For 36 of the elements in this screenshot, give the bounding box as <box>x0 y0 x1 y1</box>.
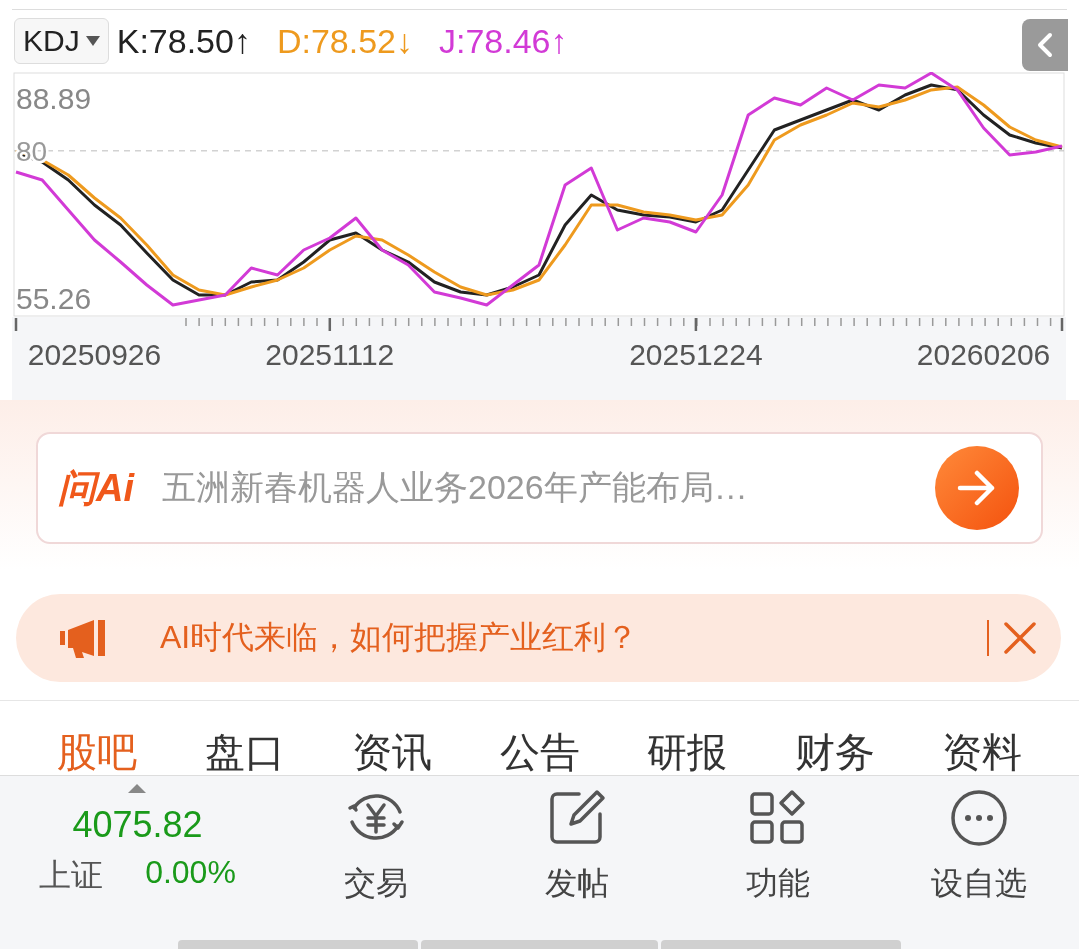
caret-icon <box>85 36 100 46</box>
close-icon <box>1003 621 1037 655</box>
chevron-left-icon <box>1037 32 1053 58</box>
index-value: 4075.82 <box>72 804 203 846</box>
arrow-right-icon <box>957 470 997 506</box>
y-axis-label: 88.89 <box>16 82 92 115</box>
indicator-reading: D:78.52↓ <box>276 21 413 61</box>
close-button[interactable] <box>1003 621 1037 655</box>
more-icon <box>948 788 1009 848</box>
banner-text: AI时代来临，如何把握产业红利？ <box>160 618 640 657</box>
x-axis-label: 20251112 <box>265 338 395 371</box>
toolbar-button[interactable]: 交易 <box>275 776 476 940</box>
x-axis-label: 20260206 <box>916 338 1051 371</box>
megaphone-icon <box>60 618 108 658</box>
caret-up-icon <box>128 784 146 793</box>
tab[interactable]: 公告 <box>499 729 580 775</box>
tab[interactable]: 盘口 <box>204 729 285 775</box>
tab[interactable]: 财务 <box>794 729 875 775</box>
indicator-dropdown[interactable]: KDJ <box>14 18 109 64</box>
tab[interactable]: 股吧 <box>57 729 137 775</box>
x-axis-label: 20251224 <box>629 338 763 371</box>
toolbar-button[interactable]: 发帖 <box>476 776 677 940</box>
tab[interactable]: 资料 <box>942 729 1022 775</box>
toolbar-button[interactable]: 功能 <box>677 776 878 940</box>
tab[interactable]: 资讯 <box>352 729 432 775</box>
ai-logo: 问Ai <box>58 465 134 511</box>
indicator-reading: J:78.46↑ <box>439 21 568 61</box>
search-placeholder: 五洲新春机器人业务2026年产能布局… <box>162 467 749 508</box>
indicator-reading: K:78.50↑ <box>116 21 251 61</box>
y-axis-label: 55.26 <box>16 282 92 315</box>
index-name: 上证 <box>39 856 104 895</box>
collapse-button[interactable] <box>1022 19 1068 71</box>
tab[interactable]: 研报 <box>647 729 727 775</box>
index-change: 0.00% <box>145 854 236 892</box>
toolbar-button[interactable]: 设自选 <box>878 776 1079 940</box>
x-axis-label: 20250926 <box>27 338 162 371</box>
